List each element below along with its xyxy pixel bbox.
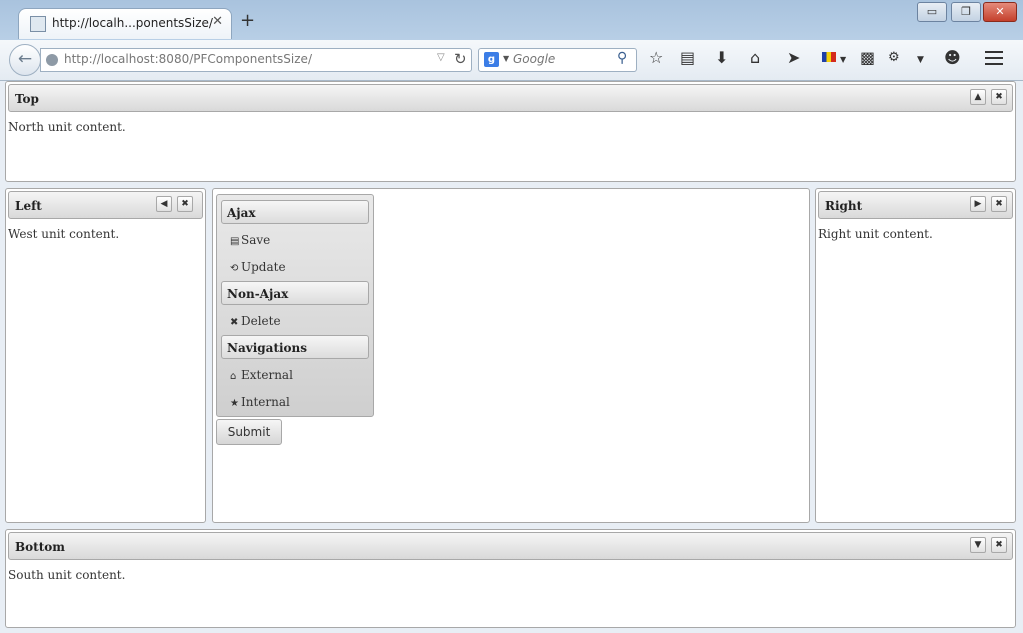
center-unit: Ajax ▤ Save ⟲ Update Non-Ajax ✖ Delete Navi… [212, 188, 810, 523]
overflow-dropdown-icon[interactable]: ▼ [917, 51, 924, 69]
north-unit-header: Top ▲ ✖ [8, 84, 1013, 112]
home-icon: ⌂ [230, 371, 237, 382]
north-unit: Top ▲ ✖ North unit content. [5, 81, 1016, 182]
reload-icon[interactable]: ↻ [454, 50, 467, 68]
bookmark-star-icon[interactable]: ☆ [649, 49, 663, 67]
url-text[interactable]: http://localhost:8080/PFComponentsSize/ [64, 52, 312, 66]
close-icon[interactable]: ✖ [991, 537, 1007, 553]
tab-close-icon[interactable]: ✕ [212, 14, 223, 29]
google-search-engine-icon[interactable]: g [484, 52, 499, 67]
flag-dropdown-icon[interactable]: ▼ [840, 51, 846, 69]
menu: Ajax ▤ Save ⟲ Update Non-Ajax ✖ Delete Navi… [216, 194, 374, 417]
back-arrow-icon: ← [17, 49, 33, 69]
hamburger-icon[interactable] [985, 51, 1003, 65]
close-icon[interactable]: ✖ [177, 196, 193, 212]
menu-heading-non-ajax: Non-Ajax [221, 281, 369, 305]
west-unit-header: Left ◀ ✖ [8, 191, 203, 219]
back-button[interactable]: ← [9, 44, 41, 76]
search-bar[interactable]: g ▼ ⚲ [478, 48, 637, 72]
window-minimize-button[interactable]: ▭ [917, 2, 947, 22]
north-unit-title: Top [15, 92, 39, 106]
east-unit-header: Right ▶ ✖ [818, 191, 1013, 219]
collapse-right-icon[interactable]: ▶ [970, 196, 986, 212]
menu-heading-navigations: Navigations [221, 335, 369, 359]
disk-icon: ▤ [230, 236, 240, 247]
globe-icon [46, 54, 58, 66]
window-close-button[interactable]: ✕ [983, 2, 1017, 22]
close-icon: ✖ [230, 317, 239, 328]
west-unit-content: West unit content. [8, 227, 120, 241]
browser-tab[interactable]: http://localh...ponentsSize/ ✕ [18, 8, 232, 39]
menu-item-label: Save [241, 233, 271, 247]
menu-item-delete[interactable]: ✖ Delete [230, 314, 281, 328]
menu-item-label: Delete [241, 314, 281, 328]
flag-icon[interactable] [822, 52, 836, 62]
page-content: Top ▲ ✖ North unit content. Left ◀ ✖ Wes… [0, 81, 1023, 633]
menu-item-label: Internal [241, 395, 290, 409]
search-icon[interactable]: ⚲ [617, 50, 627, 66]
window-maximize-button[interactable]: ❐ [951, 2, 981, 22]
tab-title: http://localh...ponentsSize/ [52, 16, 213, 30]
collapse-up-icon[interactable]: ▲ [970, 89, 986, 105]
east-unit-title: Right [825, 199, 863, 213]
north-unit-content: North unit content. [8, 120, 126, 134]
south-unit-title: Bottom [15, 540, 65, 554]
collapse-down-icon[interactable]: ▼ [970, 537, 986, 553]
search-engine-dropdown-icon[interactable]: ▼ [503, 54, 509, 63]
submit-button[interactable]: Submit [216, 419, 282, 445]
east-unit-content: Right unit content. [818, 227, 933, 241]
star-icon: ★ [230, 398, 239, 409]
chat-icon[interactable]: ▩ [860, 49, 875, 67]
search-input[interactable] [513, 52, 613, 66]
menu-item-label: External [241, 368, 293, 382]
browser-titlebar: http://localh...ponentsSize/ ✕ + ▭ ❐ ✕ [0, 0, 1023, 40]
url-history-dropdown-icon[interactable]: ▽ [437, 52, 445, 63]
page-favicon-icon [30, 16, 46, 32]
addon-icon[interactable]: ⚙ [888, 49, 900, 67]
send-icon[interactable]: ➤ [787, 49, 800, 67]
close-icon[interactable]: ✖ [991, 89, 1007, 105]
reading-list-icon[interactable]: ▤ [680, 49, 695, 67]
new-tab-button[interactable]: + [240, 12, 255, 30]
menu-item-label: Update [241, 260, 286, 274]
collapse-left-icon[interactable]: ◀ [156, 196, 172, 212]
smiley-icon[interactable]: ☻ [944, 49, 961, 67]
south-unit-content: South unit content. [8, 568, 126, 582]
west-unit: Left ◀ ✖ West unit content. [5, 188, 206, 523]
menu-heading-ajax: Ajax [221, 200, 369, 224]
browser-navbar: ← http://localhost:8080/PFComponentsSize… [0, 40, 1023, 81]
east-unit: Right ▶ ✖ Right unit content. [815, 188, 1016, 523]
home-icon[interactable]: ⌂ [750, 49, 760, 67]
south-unit: Bottom ▼ ✖ South unit content. [5, 529, 1016, 628]
menu-item-internal[interactable]: ★ Internal [230, 395, 290, 409]
refresh-icon: ⟲ [230, 263, 239, 274]
menu-item-external[interactable]: ⌂ External [230, 368, 293, 382]
download-icon[interactable]: ⬇ [715, 49, 728, 67]
menu-item-save[interactable]: ▤ Save [230, 233, 270, 247]
menu-item-update[interactable]: ⟲ Update [230, 260, 286, 274]
south-unit-header: Bottom ▼ ✖ [8, 532, 1013, 560]
close-icon[interactable]: ✖ [991, 196, 1007, 212]
url-bar[interactable]: http://localhost:8080/PFComponentsSize/ … [40, 48, 472, 72]
west-unit-title: Left [15, 199, 42, 213]
